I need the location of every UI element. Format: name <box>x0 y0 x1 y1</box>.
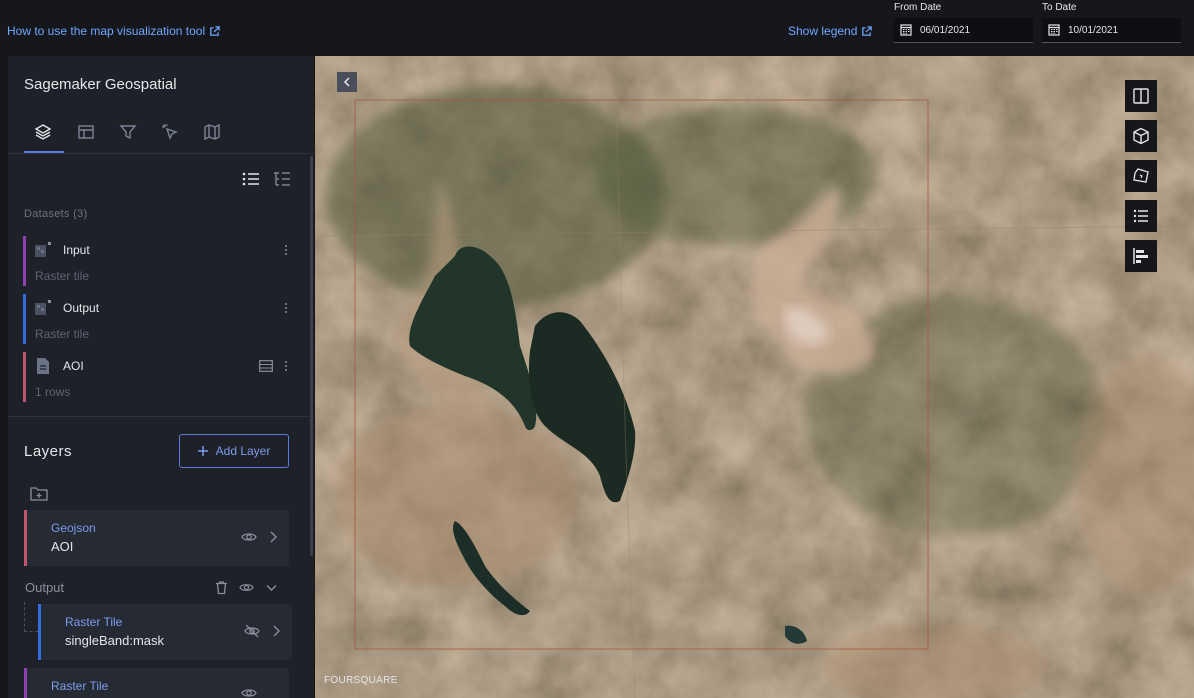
to-date-input[interactable]: 10/01/2021 <box>1042 18 1181 43</box>
file-icon <box>37 358 49 374</box>
layers-title: Layers <box>24 443 73 460</box>
chevron-left-icon <box>343 77 350 87</box>
satellite-imagery <box>315 56 1194 698</box>
layer-color-bar <box>24 510 27 566</box>
dataset-subtitle: Raster tile <box>35 269 90 283</box>
to-date-group: To Date 10/01/2021 <box>1042 2 1181 43</box>
to-date-label: To Date <box>1042 2 1077 13</box>
dataset-item-input[interactable]: Input Raster tile <box>23 236 295 286</box>
layer-color-bar <box>24 668 27 698</box>
plus-icon <box>197 446 208 456</box>
help-link[interactable]: How to use the map visualization tool <box>7 24 220 38</box>
layer-card-geojson-aoi[interactable]: Geojson AOI <box>24 510 289 566</box>
datasets-header: Datasets (3) <box>24 208 88 220</box>
layer-card-raster-2[interactable]: Raster Tile <box>24 668 289 698</box>
external-link-icon <box>862 25 873 36</box>
layer-group-name: Output <box>25 580 65 595</box>
layer-card-raster-mask[interactable]: Raster Tile singleBand:mask <box>38 604 292 660</box>
dataset-name: Input <box>63 243 90 257</box>
dataset-item-output[interactable]: Output Raster tile <box>23 294 295 344</box>
timeline-icon <box>1133 248 1148 264</box>
trash-icon[interactable] <box>214 580 229 595</box>
add-layer-label: Add Layer <box>215 444 271 458</box>
layers-icon <box>34 124 52 140</box>
external-link-icon <box>210 25 220 36</box>
from-date-group: From Date 06/01/2021 <box>894 2 1033 43</box>
section-divider <box>8 416 314 417</box>
sidebar-scrollbar[interactable] <box>310 156 313 556</box>
list-icon <box>242 172 259 186</box>
eye-icon[interactable] <box>241 686 257 698</box>
layer-type: Geojson <box>51 521 96 535</box>
chevron-right-icon[interactable] <box>272 625 280 637</box>
to-date-value: 10/01/2021 <box>1068 24 1119 36</box>
layer-name: AOI <box>51 539 74 554</box>
more-options-icon[interactable] <box>281 358 291 374</box>
table-icon[interactable] <box>259 360 273 372</box>
timeline-button[interactable] <box>1125 240 1157 272</box>
split-map-icon <box>1133 88 1149 104</box>
tab-interactions[interactable] <box>72 120 100 144</box>
more-options-icon[interactable] <box>281 300 291 316</box>
tab-interaction-cursor[interactable] <box>156 120 184 144</box>
tab-filters[interactable] <box>114 120 142 144</box>
add-layer-button[interactable]: Add Layer <box>179 434 289 468</box>
chevron-down-icon[interactable] <box>264 580 279 595</box>
dataset-item-aoi[interactable]: AOI 1 rows <box>23 352 295 402</box>
from-date-label: From Date <box>894 2 942 13</box>
legend-button[interactable] <box>1125 200 1157 232</box>
draw-polygon-icon <box>1133 168 1149 183</box>
layer-group-output[interactable]: Output <box>24 578 289 598</box>
raster-tile-icon <box>35 300 51 315</box>
eye-hidden-icon[interactable] <box>244 624 260 638</box>
map-view[interactable]: FOURSQUARE <box>315 56 1194 698</box>
chevron-right-icon[interactable] <box>269 531 277 543</box>
dataset-name: Output <box>63 301 100 315</box>
show-legend-link[interactable]: Show legend <box>788 24 873 38</box>
add-folder-icon[interactable] <box>30 486 48 502</box>
help-link-label: How to use the map visualization tool <box>7 24 206 38</box>
tab-basemap[interactable] <box>198 120 226 144</box>
show-legend-label: Show legend <box>788 24 858 38</box>
sidebar-tabs <box>8 114 314 154</box>
raster-tile-icon <box>35 242 51 257</box>
eye-icon[interactable] <box>241 530 257 544</box>
dataset-color-bar <box>23 352 26 402</box>
split-map-button[interactable] <box>1125 80 1157 112</box>
active-tab-indicator <box>24 151 64 153</box>
dataset-color-bar <box>23 236 26 286</box>
interactions-icon <box>78 125 94 139</box>
from-date-input[interactable]: 06/01/2021 <box>894 18 1033 43</box>
layer-type: Raster Tile <box>51 679 109 693</box>
dataset-color-bar <box>23 294 26 344</box>
legend-icon <box>1133 209 1148 223</box>
tree-list-icon <box>274 172 290 186</box>
basemap-icon <box>204 123 220 141</box>
tree-connector <box>24 602 38 632</box>
sidebar-panel: Sagemaker Geospatial Datasets (3) Input … <box>8 56 314 698</box>
filters-icon <box>119 125 137 140</box>
layer-name: singleBand:mask <box>65 633 164 648</box>
collapse-sidebar-button[interactable] <box>337 72 357 92</box>
interaction-cursor-icon <box>162 124 178 140</box>
top-bar: How to use the map visualization tool Sh… <box>0 0 1194 56</box>
tree-view-toggle[interactable] <box>272 170 292 188</box>
tab-layers[interactable] <box>29 120 57 144</box>
calendar-icon <box>900 24 912 36</box>
layer-type: Raster Tile <box>65 615 123 629</box>
list-view-toggle[interactable] <box>241 170 261 188</box>
eye-icon[interactable] <box>239 580 254 595</box>
draw-polygon-button[interactable] <box>1125 160 1157 192</box>
dataset-subtitle: 1 rows <box>35 385 71 399</box>
dataset-name: AOI <box>63 359 84 373</box>
calendar-icon <box>1048 24 1060 36</box>
map-attribution: FOURSQUARE <box>324 675 398 686</box>
dataset-subtitle: Raster tile <box>35 327 90 341</box>
layer-color-bar <box>38 604 41 660</box>
3d-view-icon <box>1133 127 1149 145</box>
3d-view-button[interactable] <box>1125 120 1157 152</box>
more-options-icon[interactable] <box>281 242 291 258</box>
from-date-value: 06/01/2021 <box>920 24 971 36</box>
sidebar-title: Sagemaker Geospatial <box>24 76 177 93</box>
